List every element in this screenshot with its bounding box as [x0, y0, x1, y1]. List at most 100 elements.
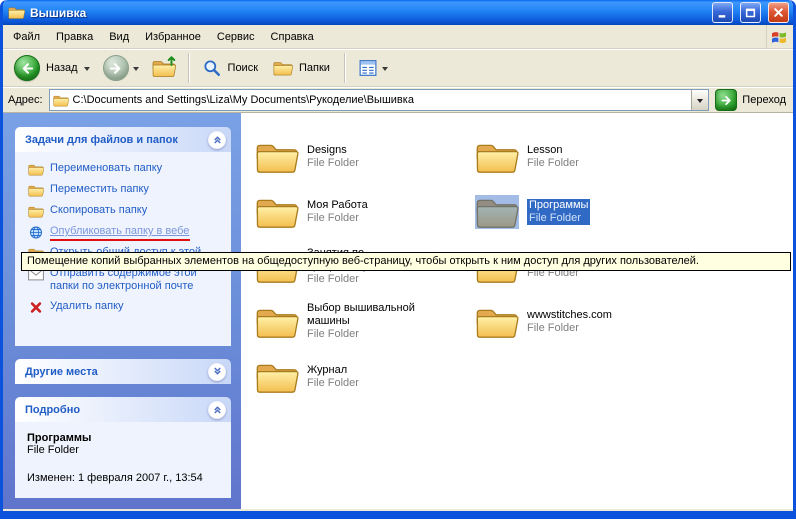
task-publish-folder-to-web[interactable]: Опубликовать папку в вебе: [28, 225, 226, 239]
task-rename-folder[interactable]: Переименовать папку: [28, 162, 226, 176]
minimize-button[interactable]: [712, 2, 733, 23]
file-item-designs[interactable]: DesignsFile Folder: [255, 129, 460, 184]
details-item-type: File Folder: [27, 444, 225, 456]
details-item-modified: Изменен: 1 февраля 2007 г., 13:54: [27, 472, 225, 484]
collapse-chevron-icon[interactable]: [208, 131, 226, 149]
tooltip-text: Помещение копий выбранных элементов на о…: [27, 255, 699, 267]
address-dropdown-button[interactable]: [691, 90, 708, 110]
views-dropdown-icon: [382, 67, 388, 74]
windows-logo-icon: [766, 25, 791, 49]
file-type: File Folder: [529, 212, 588, 225]
file-name: Выбор вышивальной машины: [307, 302, 460, 328]
address-bar: Адрес: C:\Documents and Settings\Liza\My…: [3, 87, 793, 113]
folder-rename-icon: [28, 163, 44, 176]
explorer-window: Вышивка Файл Правка Вид Избранное Сервис…: [0, 0, 796, 519]
address-label: Адрес:: [8, 94, 43, 106]
folder-icon: [255, 305, 299, 339]
file-name: Журнал: [307, 364, 359, 377]
panel-file-folder-tasks: Задачи для файлов и папок Переименовать …: [15, 127, 231, 346]
collapse-chevron-icon[interactable]: [208, 401, 226, 419]
search-icon: [202, 59, 222, 77]
panel-other-places: Другие места: [15, 359, 231, 384]
file-list: DesignsFile Folder LessonFile Folder Моя…: [241, 113, 793, 509]
file-name: Программы: [529, 199, 588, 212]
file-item-vybor-mashiny[interactable]: Выбор вышивальной машиныFile Folder: [255, 294, 460, 349]
folder-copy-icon: [28, 205, 44, 218]
forward-arrow-icon: [103, 55, 129, 81]
folders-icon: [273, 59, 293, 77]
menu-view[interactable]: Вид: [101, 27, 137, 47]
file-type: File Folder: [307, 212, 368, 225]
close-button[interactable]: [768, 2, 789, 23]
folder-icon: [475, 305, 519, 339]
toolbar: Назад Поиск Папки: [3, 49, 793, 87]
menu-edit[interactable]: Правка: [48, 27, 101, 47]
folder-icon: [255, 195, 299, 229]
file-name: Designs: [307, 144, 359, 157]
panel-details: Подробно Программы File Folder Изменен: …: [15, 397, 231, 498]
folder-icon: [255, 140, 299, 174]
file-folder-tasks-title: Задачи для файлов и папок: [25, 134, 178, 146]
folders-button[interactable]: Папки: [268, 57, 337, 79]
other-places-header[interactable]: Другие места: [15, 359, 231, 384]
search-label: Поиск: [226, 62, 260, 74]
file-item-moya-rabota[interactable]: Моя РаботаFile Folder: [255, 184, 460, 239]
details-header[interactable]: Подробно: [15, 397, 231, 422]
other-places-title: Другие места: [25, 366, 98, 378]
file-item-lesson[interactable]: LessonFile Folder: [475, 129, 680, 184]
back-label: Назад: [44, 62, 80, 74]
content-area: Задачи для файлов и папок Переименовать …: [3, 113, 793, 509]
up-button[interactable]: [147, 55, 181, 81]
menu-help[interactable]: Справка: [263, 27, 322, 47]
window-folder-icon: [8, 5, 25, 20]
file-folder-tasks-header[interactable]: Задачи для файлов и папок: [15, 127, 231, 152]
menu-bar: Файл Правка Вид Избранное Сервис Справка: [3, 25, 793, 49]
maximize-button[interactable]: [740, 2, 761, 23]
toolbar-separator: [344, 53, 346, 83]
go-button[interactable]: Переход: [715, 89, 788, 111]
task-delete-folder[interactable]: Удалить папку: [28, 300, 226, 314]
file-type: File Folder: [527, 322, 612, 335]
folder-icon: [475, 140, 519, 174]
file-name: wwwstitches.com: [527, 309, 612, 322]
go-arrow-icon: [715, 89, 737, 111]
delete-x-icon: [28, 301, 44, 314]
task-copy-folder[interactable]: Скопировать папку: [28, 204, 226, 218]
up-folder-icon: [152, 57, 176, 79]
back-button[interactable]: Назад: [9, 53, 95, 83]
file-type: File Folder: [307, 273, 460, 286]
search-button[interactable]: Поиск: [197, 57, 265, 79]
address-folder-icon: [53, 94, 69, 107]
file-type: File Folder: [527, 157, 579, 170]
address-path: C:\Documents and Settings\Liza\My Docume…: [73, 94, 688, 106]
file-name: Lesson: [527, 144, 579, 157]
details-title: Подробно: [25, 404, 80, 416]
title-bar: Вышивка: [3, 0, 793, 25]
details-body: Программы File Folder Изменен: 1 февраля…: [15, 422, 231, 498]
window-title: Вышивка: [30, 6, 705, 20]
tooltip: Помещение копий выбранных элементов на о…: [21, 252, 791, 271]
publish-web-globe-icon: [28, 226, 44, 239]
file-type: File Folder: [307, 157, 359, 170]
toolbar-separator: [188, 53, 190, 83]
folders-label: Папки: [297, 62, 332, 74]
task-move-folder[interactable]: Переместить папку: [28, 183, 226, 197]
views-icon: [358, 59, 378, 77]
folder-icon: [255, 360, 299, 394]
address-input[interactable]: C:\Documents and Settings\Liza\My Docume…: [49, 89, 710, 111]
menu-file[interactable]: Файл: [5, 27, 48, 47]
details-item-name: Программы: [27, 432, 225, 444]
file-type: File Folder: [307, 377, 359, 390]
go-label: Переход: [742, 94, 786, 106]
back-arrow-icon: [14, 55, 40, 81]
file-item-wwwstitches[interactable]: wwwstitches.comFile Folder: [475, 294, 680, 349]
file-folder-tasks-body: Переименовать папку Переместить папку Ск…: [15, 152, 231, 346]
views-button[interactable]: [353, 57, 393, 79]
forward-button[interactable]: [98, 53, 144, 83]
file-item-zhurnal[interactable]: ЖурналFile Folder: [255, 349, 460, 404]
expand-chevron-icon[interactable]: [208, 363, 226, 381]
file-item-programmy-selected[interactable]: ПрограммыFile Folder: [475, 184, 680, 239]
menu-tools[interactable]: Сервис: [209, 27, 263, 47]
menu-favorites[interactable]: Избранное: [137, 27, 209, 47]
task-pane-sidebar: Задачи для файлов и папок Переименовать …: [3, 113, 241, 509]
